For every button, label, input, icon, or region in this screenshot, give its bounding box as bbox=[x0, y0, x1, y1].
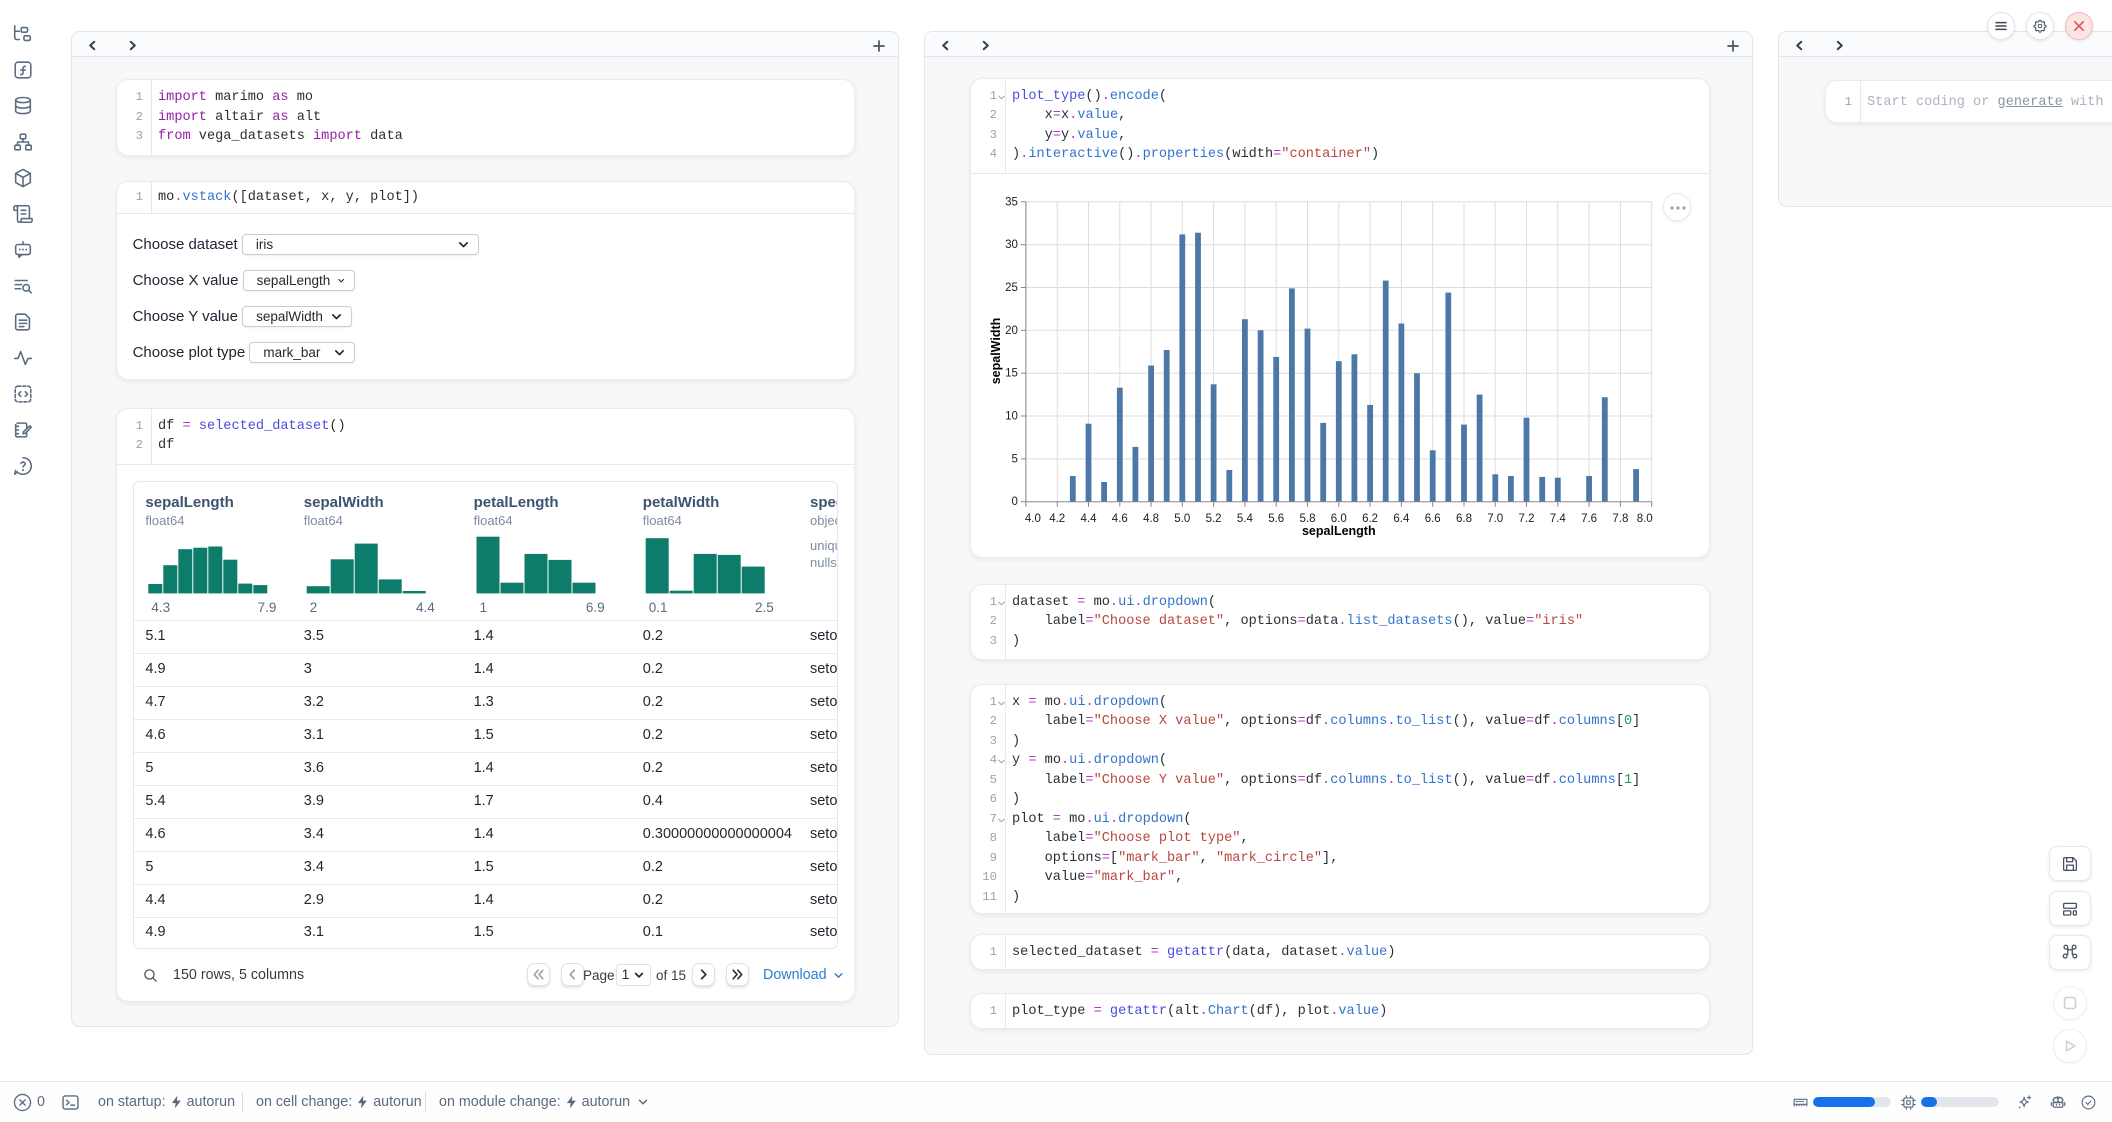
svg-text:8.0: 8.0 bbox=[1637, 513, 1653, 525]
svg-text:sepalWidth: sepalWidth bbox=[989, 317, 1003, 384]
svg-text:7.8: 7.8 bbox=[1612, 513, 1628, 525]
svg-text:25: 25 bbox=[1005, 282, 1018, 294]
svg-text:0: 0 bbox=[1011, 496, 1017, 508]
svg-text:sepalLength: sepalLength bbox=[1302, 524, 1376, 538]
svg-text:7.0: 7.0 bbox=[1487, 513, 1503, 525]
svg-text:5: 5 bbox=[1011, 453, 1017, 465]
svg-text:6.8: 6.8 bbox=[1456, 513, 1472, 525]
svg-text:5.2: 5.2 bbox=[1206, 513, 1222, 525]
svg-text:10: 10 bbox=[1005, 410, 1018, 422]
svg-text:5.0: 5.0 bbox=[1174, 513, 1190, 525]
svg-text:7.6: 7.6 bbox=[1581, 513, 1597, 525]
svg-text:6.4: 6.4 bbox=[1393, 513, 1410, 525]
svg-text:20: 20 bbox=[1005, 324, 1018, 336]
svg-text:5.4: 5.4 bbox=[1237, 513, 1254, 525]
svg-text:4.0: 4.0 bbox=[1025, 513, 1041, 525]
svg-text:4.4: 4.4 bbox=[1081, 513, 1098, 525]
svg-text:30: 30 bbox=[1005, 239, 1018, 251]
svg-text:5.6: 5.6 bbox=[1268, 513, 1284, 525]
svg-text:15: 15 bbox=[1005, 367, 1018, 379]
svg-text:35: 35 bbox=[1005, 196, 1018, 208]
svg-text:6.6: 6.6 bbox=[1425, 513, 1441, 525]
svg-text:7.2: 7.2 bbox=[1519, 513, 1535, 525]
svg-text:7.4: 7.4 bbox=[1550, 513, 1567, 525]
svg-text:4.2: 4.2 bbox=[1049, 513, 1065, 525]
svg-text:4.8: 4.8 bbox=[1143, 513, 1159, 525]
svg-text:4.6: 4.6 bbox=[1112, 513, 1128, 525]
